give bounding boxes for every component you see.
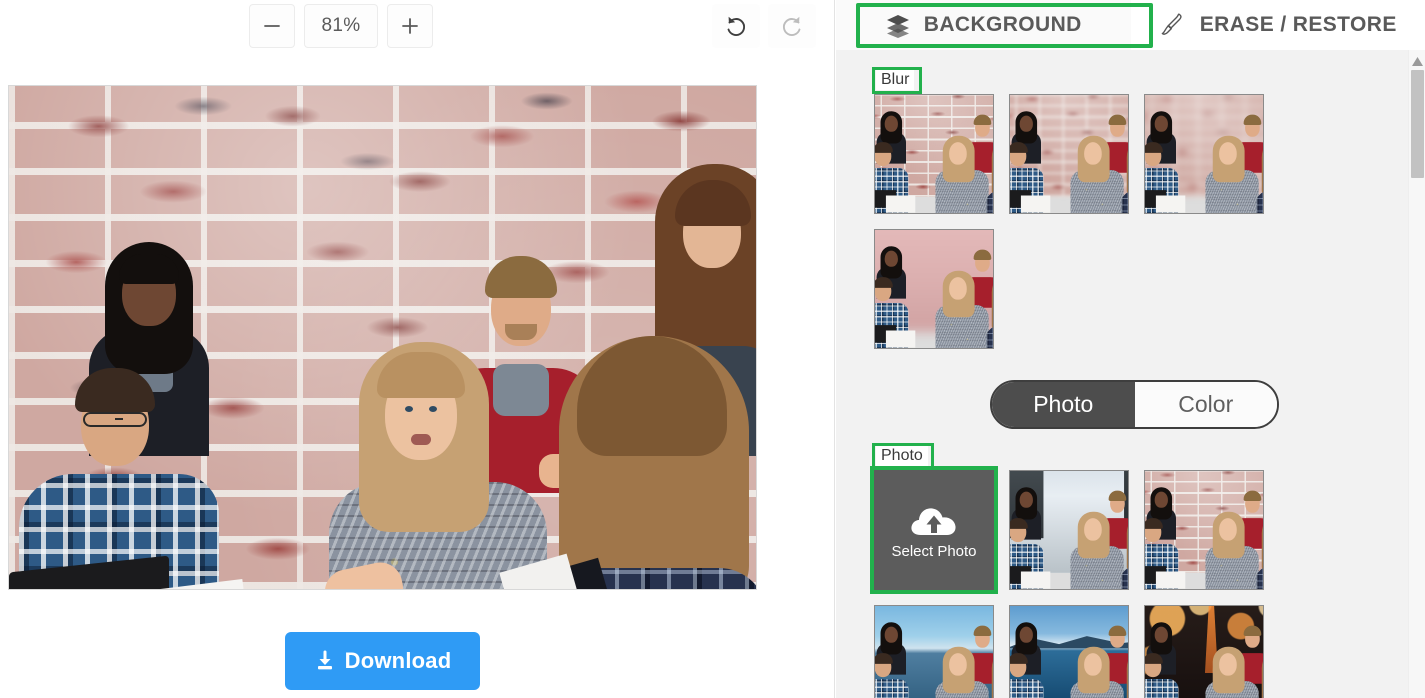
tab-erase-restore-label: ERASE / RESTORE — [1199, 13, 1397, 36]
blur-light-thumbnail[interactable] — [1009, 94, 1129, 214]
edited-photo — [9, 86, 756, 589]
select-photo-label: Select Photo — [891, 542, 977, 560]
download-icon — [317, 650, 332, 670]
photo-brick-thumbnail[interactable] — [1144, 470, 1264, 590]
download-label: Download — [344, 648, 452, 673]
blur-section-label: Blur — [876, 70, 915, 90]
brush-icon — [1161, 13, 1182, 35]
editor-pane: 81% Download — [0, 0, 835, 698]
image-canvas[interactable] — [8, 85, 757, 590]
download-button[interactable]: Download — [285, 632, 480, 690]
toggle-option-color[interactable]: Color — [1134, 382, 1277, 427]
undo-button[interactable] — [712, 4, 760, 48]
panel-tabbar: BACKGROUND ERASE / RESTORE — [836, 0, 1425, 50]
photo-lake-thumbnail[interactable] — [1009, 605, 1129, 698]
layers-icon — [886, 15, 909, 38]
zoom-controls: 81% — [249, 4, 433, 48]
person-foreground-back — [499, 336, 756, 589]
panel-scrollbar[interactable] — [1408, 50, 1425, 698]
zoom-out-button[interactable] — [249, 4, 295, 48]
person-plaid-left — [19, 356, 229, 589]
cloud-upload-icon — [911, 507, 956, 535]
scrollbar-thumb[interactable] — [1411, 70, 1424, 178]
redo-button[interactable] — [768, 4, 816, 48]
blur-heavy-thumbnail[interactable] — [874, 229, 994, 349]
zoom-level-display[interactable]: 81% — [304, 4, 378, 48]
editor-toolbar: 81% — [0, 0, 835, 56]
photo-color-toggle[interactable]: Photo Color — [990, 380, 1279, 429]
select-photo-tile[interactable]: Select Photo — [874, 470, 994, 590]
tab-erase-restore[interactable]: ERASE / RESTORE — [1130, 0, 1425, 50]
photo-bokeh-thumbnail[interactable] — [1144, 605, 1264, 698]
blur-none-thumbnail[interactable] — [874, 94, 994, 214]
background-editor-app: 81% Download BACKGROUND ERASE / RESTORE … — [0, 0, 1425, 698]
photo-section-label: Photo — [876, 446, 928, 466]
scroll-up-arrow-icon[interactable] — [1409, 54, 1425, 68]
tab-background-label: BACKGROUND — [923, 13, 1082, 36]
photo-city-thumbnail[interactable] — [1009, 470, 1129, 590]
tab-background[interactable]: BACKGROUND — [836, 0, 1131, 50]
toggle-option-photo[interactable]: Photo — [992, 382, 1135, 427]
history-controls — [712, 4, 816, 48]
undo-icon — [727, 16, 746, 36]
right-panel: BACKGROUND ERASE / RESTORE Blur Photo Co… — [836, 0, 1425, 698]
zoom-in-button[interactable] — [387, 4, 433, 48]
person-center-speaking — [320, 336, 549, 589]
photo-harbor-thumbnail[interactable] — [874, 605, 994, 698]
panel-scroll-area: Blur Photo Color Photo Select Photo — [836, 50, 1425, 698]
blur-medium-thumbnail[interactable] — [1144, 94, 1264, 214]
redo-icon — [782, 16, 801, 36]
